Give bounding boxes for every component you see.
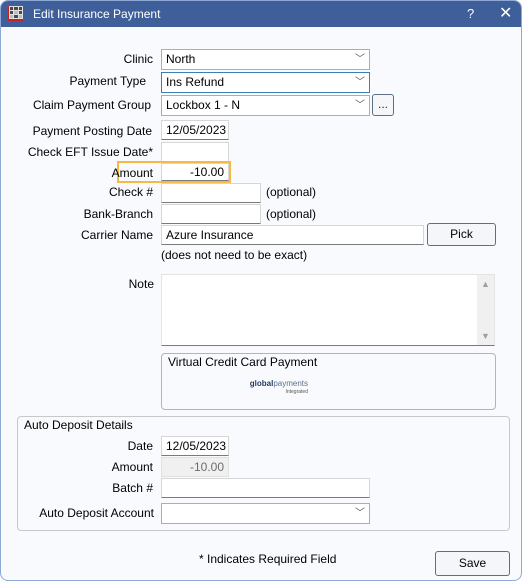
auto-deposit-amount-label: Amount xyxy=(111,460,153,474)
check-number-input[interactable] xyxy=(161,183,261,203)
logo-text-light: payments xyxy=(273,379,308,388)
scroll-up-icon[interactable]: ▲ xyxy=(481,279,490,289)
global-payments-logo[interactable]: globalpayments Integrated xyxy=(246,378,308,396)
claim-payment-group-label: Claim Payment Group xyxy=(32,98,151,112)
payment-type-select[interactable]: Ins Refund ﹀ xyxy=(161,72,370,93)
claim-payment-group-value: Lockbox 1 - N xyxy=(166,98,241,112)
check-number-hint: (optional) xyxy=(266,185,317,199)
auto-deposit-title: Auto Deposit Details xyxy=(24,418,133,432)
carrier-name-hint: (does not need to be exact) xyxy=(161,248,308,262)
auto-deposit-date-input[interactable]: 12/05/2023 xyxy=(161,436,229,456)
virtual-credit-card-payment-group: Virtual Credit Card Payment globalpaymen… xyxy=(161,353,496,410)
chevron-down-icon: ﹀ xyxy=(355,508,365,519)
auto-deposit-account-select[interactable]: ﹀ xyxy=(161,503,370,524)
help-button[interactable]: ? xyxy=(467,6,474,21)
batch-number-label: Batch # xyxy=(112,481,153,495)
scroll-down-icon[interactable]: ▼ xyxy=(481,331,490,341)
chevron-down-icon: ﹀ xyxy=(355,100,365,111)
chevron-down-icon: ﹀ xyxy=(355,54,365,65)
logo-text-bold: global xyxy=(249,379,274,388)
chevron-down-icon: ﹀ xyxy=(355,77,365,88)
window-title: Edit Insurance Payment xyxy=(33,7,161,21)
bank-branch-input[interactable] xyxy=(161,204,261,224)
check-number-label: Check # xyxy=(108,185,153,199)
carrier-name-label: Carrier Name xyxy=(80,228,153,242)
save-button[interactable]: Save xyxy=(435,551,510,576)
vcc-title: Virtual Credit Card Payment xyxy=(168,355,318,369)
check-eft-issue-date-input[interactable] xyxy=(161,142,229,162)
auto-deposit-amount-input: -10.00 xyxy=(161,457,229,477)
payment-posting-date-input[interactable]: 12/05/2023 xyxy=(161,120,229,140)
carrier-name-input[interactable]: Azure Insurance xyxy=(161,225,424,245)
claim-payment-group-select[interactable]: Lockbox 1 - N ﹀ xyxy=(161,95,370,116)
bank-branch-hint: (optional) xyxy=(266,207,317,221)
note-label: Note xyxy=(128,277,154,291)
amount-input[interactable]: -10.00 xyxy=(161,163,229,181)
clinic-label: Clinic xyxy=(123,52,153,66)
note-scrollbar[interactable]: ▲ ▼ xyxy=(477,275,494,345)
auto-deposit-account-label: Auto Deposit Account xyxy=(39,506,154,520)
title-bar: Edit Insurance Payment ? ✕ xyxy=(1,1,521,27)
batch-number-input[interactable] xyxy=(161,478,370,498)
check-eft-issue-date-label: Check EFT Issue Date* xyxy=(27,145,153,159)
payment-posting-date-label: Payment Posting Date xyxy=(32,124,152,138)
payment-type-value: Ins Refund xyxy=(166,75,225,89)
required-field-note: * Indicates Required Field xyxy=(199,552,337,566)
auto-deposit-date-label: Date xyxy=(127,439,153,453)
app-icon xyxy=(8,6,23,21)
logo-subtext: Integrated xyxy=(285,389,308,395)
bank-branch-label: Bank-Branch xyxy=(83,207,153,221)
amount-label: Amount xyxy=(111,166,153,180)
clinic-value: North xyxy=(166,52,196,66)
note-textarea[interactable]: ▲ ▼ xyxy=(161,274,495,346)
edit-insurance-payment-window: Edit Insurance Payment ? ✕ Clinic North … xyxy=(0,0,522,581)
claim-payment-group-browse-button[interactable]: ... xyxy=(372,94,394,116)
close-icon[interactable]: ✕ xyxy=(499,3,512,23)
clinic-select[interactable]: North ﹀ xyxy=(161,49,370,70)
pick-carrier-button[interactable]: Pick xyxy=(427,223,496,246)
payment-type-label: Payment Type xyxy=(69,74,147,88)
